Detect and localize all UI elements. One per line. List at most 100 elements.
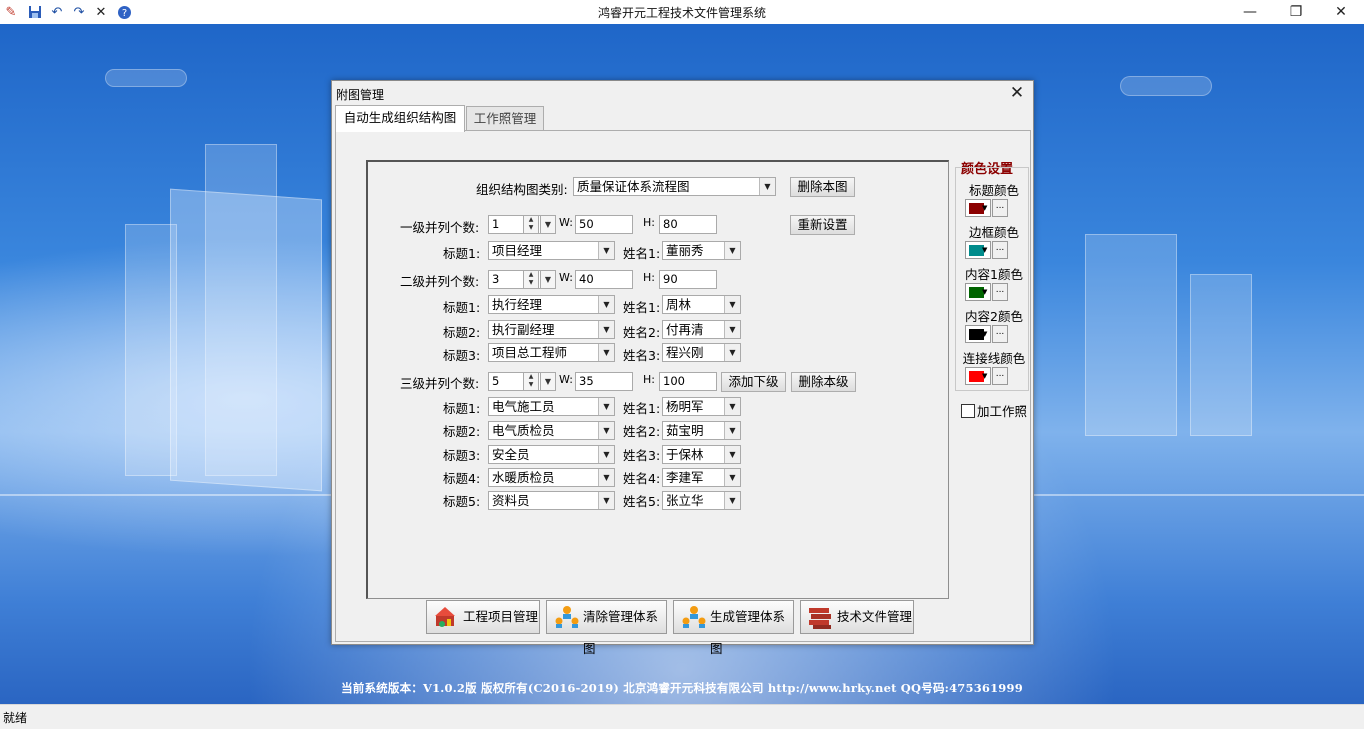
- level2-title3-select[interactable]: 项目总工程师 ▼: [488, 343, 615, 362]
- level1-title1-value: 项目经理: [492, 243, 543, 258]
- level3-count-label: 三级并列个数:: [400, 376, 480, 391]
- level2-name1-value: 周林: [666, 297, 692, 312]
- status-bar: 就绪: [0, 704, 1364, 729]
- border-color-more-button[interactable]: ...: [992, 241, 1008, 259]
- level3-title5-label: 标题5:: [443, 494, 481, 509]
- level1-name1-label: 姓名1:: [623, 246, 661, 261]
- delete-level-button[interactable]: 删除本级: [791, 372, 856, 392]
- level1-w-label: W:: [559, 216, 573, 229]
- level3-count-dropdown-icon[interactable]: ▼: [540, 372, 556, 391]
- level1-name1-select[interactable]: 董丽秀 ▼: [662, 241, 741, 260]
- level3-title1-select[interactable]: 电气施工员 ▼: [488, 397, 615, 416]
- chevron-down-icon: ▼: [982, 246, 988, 254]
- level2-spin-icon[interactable]: ▲ ▼: [523, 270, 539, 289]
- level3-name2-label: 姓名2:: [623, 424, 661, 439]
- level3-title4-select[interactable]: 水暖质检员 ▼: [488, 468, 615, 487]
- level3-title2-select[interactable]: 电气质检员 ▼: [488, 421, 615, 440]
- chevron-down-icon: ▼: [982, 372, 988, 380]
- title-color-more-button[interactable]: ...: [992, 199, 1008, 217]
- chevron-down-icon: ▼: [598, 296, 614, 313]
- chevron-down-icon: ▼: [598, 398, 614, 415]
- chevron-down-icon: ▼: [598, 469, 614, 486]
- content1-color-label: 内容1颜色: [965, 267, 1023, 282]
- level2-title1-select[interactable]: 执行经理 ▼: [488, 295, 615, 314]
- chevron-down-icon: ▼: [598, 344, 614, 361]
- line-color-picker[interactable]: ▼: [965, 367, 991, 385]
- level3-name3-select[interactable]: 于保林 ▼: [662, 445, 741, 464]
- level3-w-input[interactable]: 35: [575, 372, 633, 391]
- level1-name1-value: 董丽秀: [666, 243, 704, 258]
- level2-count-dropdown-icon[interactable]: ▼: [540, 270, 556, 289]
- generate-org-chart-button[interactable]: 生成管理体系图: [673, 600, 794, 656]
- chevron-down-icon: ▼: [724, 422, 740, 439]
- level3-name5-value: 张立华: [666, 493, 704, 508]
- category-select[interactable]: 质量保证体系流程图 ▼: [573, 177, 776, 196]
- minimize-icon[interactable]: —: [1227, 0, 1273, 24]
- level3-name5-label: 姓名5:: [623, 494, 661, 509]
- content2-color-picker[interactable]: ▼: [965, 325, 991, 343]
- delete-chart-button[interactable]: 删除本图: [790, 177, 855, 197]
- level3-name5-select[interactable]: 张立华 ▼: [662, 491, 741, 510]
- level1-count-dropdown-icon[interactable]: ▼: [540, 215, 556, 234]
- level2-name3-value: 程兴刚: [666, 345, 704, 360]
- level2-name2-value: 付再清: [666, 322, 704, 337]
- level3-name1-select[interactable]: 杨明军 ▼: [662, 397, 741, 416]
- level3-title4-label: 标题4:: [443, 471, 481, 486]
- level3-name3-value: 于保林: [666, 447, 704, 462]
- content2-color-label: 内容2颜色: [965, 309, 1023, 324]
- title-color-picker[interactable]: ▼: [965, 199, 991, 217]
- level2-name1-select[interactable]: 周林 ▼: [662, 295, 741, 314]
- border-color-picker[interactable]: ▼: [965, 241, 991, 259]
- chevron-down-icon: ▼: [724, 296, 740, 313]
- level2-name3-select[interactable]: 程兴刚 ▼: [662, 343, 741, 362]
- content2-color-more-button[interactable]: ...: [992, 325, 1008, 343]
- tab-work-photo[interactable]: 工作照管理: [466, 106, 544, 131]
- project-management-button[interactable]: 工程项目管理: [426, 600, 540, 634]
- level3-name1-value: 杨明军: [666, 399, 704, 414]
- dialog-close-icon[interactable]: ✕: [1007, 83, 1027, 103]
- level3-title2-label: 标题2:: [443, 424, 481, 439]
- level3-title3-value: 安全员: [492, 447, 530, 462]
- dialog-title: 附图管理: [336, 88, 385, 102]
- tech-file-management-button[interactable]: 技术文件管理: [800, 600, 914, 634]
- chevron-down-icon: ▼: [724, 492, 740, 509]
- level3-title4-value: 水暖质检员: [492, 470, 555, 485]
- clear-org-chart-button[interactable]: 清除管理体系图: [546, 600, 667, 656]
- tab-auto-org-chart[interactable]: 自动生成组织结构图: [335, 105, 465, 132]
- line-color-more-button[interactable]: ...: [992, 367, 1008, 385]
- content1-color-more-button[interactable]: ...: [992, 283, 1008, 301]
- chevron-down-icon: ▼: [724, 242, 740, 259]
- level2-name2-select[interactable]: 付再清 ▼: [662, 320, 741, 339]
- books-icon: [809, 608, 831, 629]
- level3-name4-select[interactable]: 李建军 ▼: [662, 468, 741, 487]
- level3-spin-icon[interactable]: ▲ ▼: [523, 372, 539, 391]
- level2-h-label: H:: [643, 271, 655, 284]
- level3-h-input[interactable]: 100: [659, 372, 717, 391]
- level3-title3-select[interactable]: 安全员 ▼: [488, 445, 615, 464]
- level2-h-input[interactable]: 90: [659, 270, 717, 289]
- add-photo-checkbox[interactable]: [961, 404, 975, 418]
- generate-org-icon: [682, 606, 706, 628]
- level2-title3-value: 项目总工程师: [492, 345, 568, 360]
- chevron-down-icon: ▼: [598, 321, 614, 338]
- reset-button[interactable]: 重新设置: [790, 215, 855, 235]
- chevron-down-icon: ▼: [598, 422, 614, 439]
- level2-w-input[interactable]: 40: [575, 270, 633, 289]
- level3-name3-label: 姓名3:: [623, 448, 661, 463]
- level3-title1-value: 电气施工员: [492, 399, 555, 414]
- level2-title2-select[interactable]: 执行副经理 ▼: [488, 320, 615, 339]
- level1-h-input[interactable]: 80: [659, 215, 717, 234]
- version-footer: 当前系统版本：V1.0.2版 版权所有(C2016-2019) 北京鸿睿开元科技…: [341, 681, 1023, 695]
- level1-title1-select[interactable]: 项目经理 ▼: [488, 241, 615, 260]
- tab-panel: 组织结构图类别: 质量保证体系流程图 ▼ 删除本图 一级并列个数: 1 ▲ ▼ ▼ …: [335, 130, 1031, 656]
- level3-title5-select[interactable]: 资料员 ▼: [488, 491, 615, 510]
- add-sublevel-button[interactable]: 添加下级: [721, 372, 786, 392]
- level1-spin-icon[interactable]: ▲ ▼: [523, 215, 539, 234]
- close-icon[interactable]: ✕: [1318, 0, 1364, 24]
- level2-name2-label: 姓名2:: [623, 325, 661, 340]
- level3-name2-select[interactable]: 茹宝明 ▼: [662, 421, 741, 440]
- level1-w-input[interactable]: 50: [575, 215, 633, 234]
- content1-color-picker[interactable]: ▼: [965, 283, 991, 301]
- level2-w-label: W:: [559, 271, 573, 284]
- restore-icon[interactable]: ❐: [1273, 0, 1319, 24]
